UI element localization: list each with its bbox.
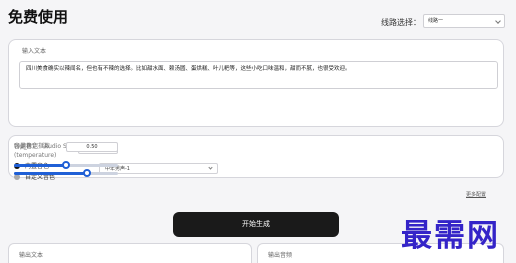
generate-button[interactable]: 开始生成	[173, 212, 339, 237]
chevron-down-icon	[495, 18, 501, 24]
input-card: 输入文本 四川美食确实以辣闻名，但也有不辣的选择。比如甜水面、赖汤圆、蛋烘糕、叶…	[8, 39, 504, 127]
temperature-section: 音量稳定指数(temperature) 0.70	[8, 143, 124, 203]
more-settings-link[interactable]: 更多配置	[466, 191, 486, 198]
temperature-slider[interactable]	[14, 169, 118, 177]
output-text-card: 输出文本	[8, 243, 252, 263]
input-text-label: 输入文本	[22, 48, 47, 55]
chevron-down-icon	[208, 165, 213, 170]
top-p-section: top_P 0.50	[8, 142, 124, 237]
top-p-label: top_P	[14, 143, 31, 150]
temperature-slider-thumb[interactable]	[82, 169, 91, 177]
route-select-label: 线路选择：	[381, 18, 421, 27]
top-p-slider[interactable]	[14, 161, 118, 169]
watermark-logo: 最需网	[401, 218, 500, 254]
top-p-slider-thumb[interactable]	[62, 161, 70, 169]
top-p-slider-fill	[14, 164, 66, 167]
temperature-slider-fill	[14, 172, 87, 175]
route-select[interactable]: 线路一	[423, 14, 505, 28]
output-audio-label: 输出音频	[268, 252, 293, 259]
route-select-value: 线路一	[428, 18, 444, 24]
page-title: 免费使用	[8, 8, 69, 26]
settings-panel: 音调音色（Audio Seed） 内置音色 自定义音色 中年男声-1 音量稳定指…	[8, 135, 504, 181]
output-text-label: 输出文本	[19, 252, 44, 259]
top-p-input[interactable]: 0.50	[66, 142, 118, 152]
input-textarea[interactable]: 四川美食确实以辣闻名，但也有不辣的选择。比如甜水面、赖汤圆、蛋烘糕、叶儿粑等，这…	[19, 61, 498, 89]
